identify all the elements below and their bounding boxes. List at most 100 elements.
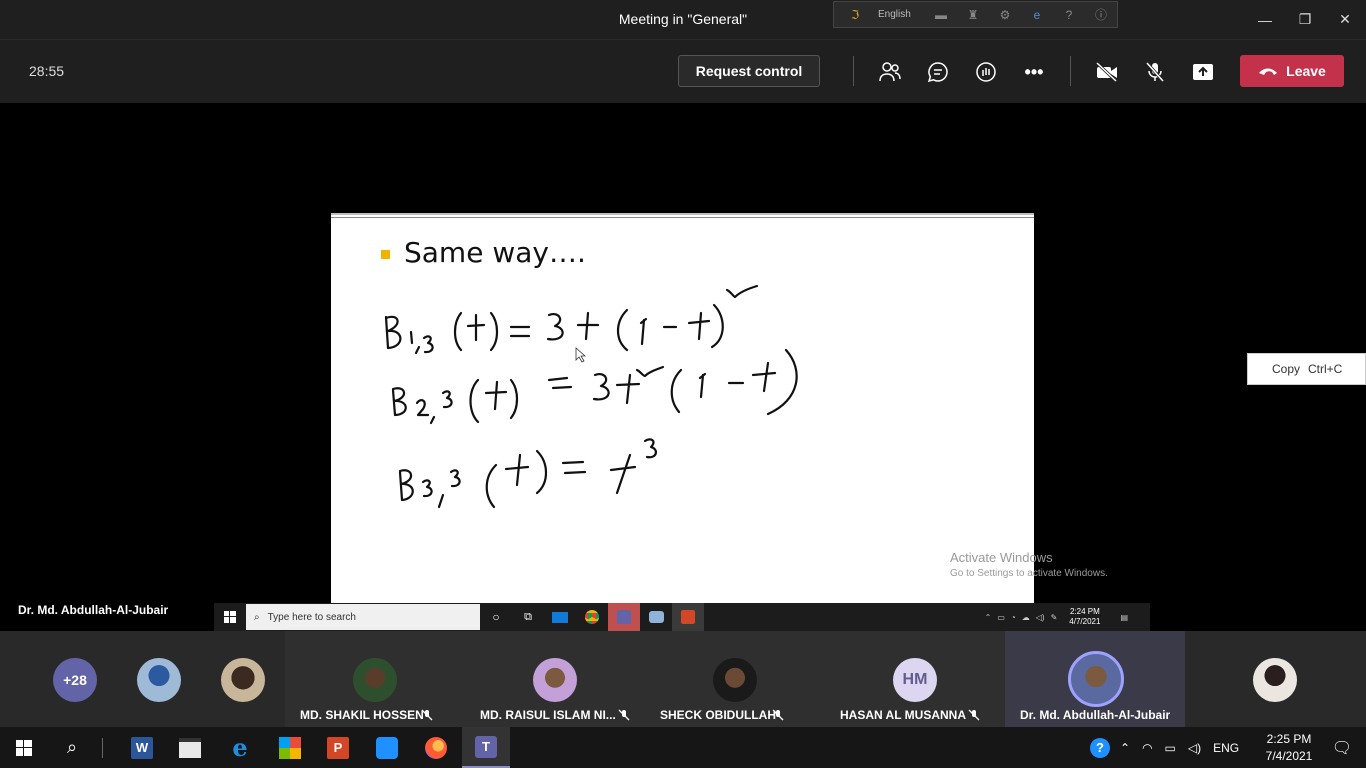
edge-icon[interactable]: e (1028, 8, 1046, 22)
share-screen-icon[interactable] (1187, 56, 1219, 88)
copy-context-menu[interactable]: Copy Ctrl+C (1247, 353, 1366, 385)
wifi-icon[interactable]: ◠ (1142, 741, 1152, 755)
tools-icon[interactable]: ♜ (964, 8, 982, 22)
powerpoint-icon (672, 603, 704, 631)
ink-stroke (398, 469, 414, 502)
minimize-button[interactable]: — (1245, 0, 1285, 39)
request-control-button[interactable]: Request control (678, 55, 820, 87)
ink-stroke (547, 376, 573, 390)
divider (1070, 56, 1071, 86)
avatar[interactable] (137, 658, 181, 702)
language-bar[interactable]: ℑ English ▬ ♜ ⚙ e ? ⓘ (833, 1, 1118, 28)
participants-icon[interactable] (874, 56, 906, 88)
ink-stroke (635, 365, 665, 378)
more-options-icon[interactable]: ••• (1018, 56, 1050, 88)
search-icon[interactable]: ⌕ (48, 727, 96, 768)
avatar (353, 658, 397, 702)
divider (96, 727, 108, 768)
activate-windows-watermark: Activate Windows Go to Settings to activ… (950, 550, 1108, 579)
participant-tile[interactable]: MD. SHAKIL HOSSEN (285, 631, 465, 727)
volume-icon[interactable]: ◁) (1188, 741, 1201, 755)
edge-icon[interactable]: e (216, 727, 264, 768)
participant-tile[interactable]: SHECK OBIDULLAH (645, 631, 825, 727)
leave-button[interactable]: Leave (1240, 55, 1344, 87)
powerpoint-icon[interactable]: P (314, 727, 362, 768)
sync-app-icon[interactable] (363, 727, 411, 768)
participant-tile[interactable]: HM HASAN AL MUSANNA (825, 631, 1005, 727)
ink-stroke (449, 469, 461, 488)
divider (853, 56, 854, 86)
firefox-icon[interactable] (412, 727, 460, 768)
more-participants-button[interactable]: +28 (53, 658, 97, 702)
ink-stroke (639, 317, 648, 346)
ink-stroke (766, 348, 798, 416)
search-icon: ⌕ (254, 611, 260, 623)
pen-icon: ✎ (1050, 612, 1058, 622)
mail-icon (544, 603, 576, 631)
clock-time: 2:25 PM (1266, 732, 1312, 746)
restore-button[interactable]: ❐ (1285, 0, 1325, 39)
cloud-icon: ☁ (1021, 612, 1030, 622)
ink-stroke (422, 335, 434, 354)
office-icon[interactable] (266, 727, 314, 768)
ink-stroke (710, 303, 724, 349)
participant-name: MD. SHAKIL HOSSEN (300, 708, 424, 722)
ink-stroke (421, 479, 445, 509)
mouse-cursor-icon (575, 347, 587, 363)
ink-stroke (489, 311, 499, 352)
avatar[interactable] (221, 658, 265, 702)
help-icon[interactable]: ? (1087, 727, 1113, 768)
shared-system-tray: ⌃ ▭ ◔ ☁ ◁) ✎ 2:24 PM 4/7/2021 ▤ (985, 603, 1128, 631)
input-method-icon[interactable]: ℑ (846, 8, 864, 22)
search-placeholder: Type here to search (267, 611, 356, 623)
ink-stroke (615, 373, 641, 405)
leave-label: Leave (1286, 63, 1326, 79)
settings-icon[interactable]: ⚙ (996, 8, 1014, 22)
participant-gallery: +28 MD. SHAKIL HOSSEN MD. RAISUL ISLAM N… (0, 631, 1366, 727)
initials-avatar: HM (893, 658, 937, 702)
participant-tile[interactable]: MD. RAISUL ISLAM NI... (465, 631, 645, 727)
meeting-toolbar: 28:55 Request control ••• Leave (0, 39, 1366, 103)
word-icon[interactable]: W (118, 727, 166, 768)
ink-stroke (609, 453, 637, 495)
mic-off-icon (968, 708, 980, 726)
meeting-timer: 28:55 (29, 63, 65, 79)
language-label[interactable]: English (878, 9, 918, 20)
battery-icon[interactable]: ▭ (1165, 741, 1176, 755)
presenter-name: Dr. Md. Abdullah-Al-Jubair (18, 603, 169, 617)
shared-search-box: ⌕ Type here to search (246, 604, 480, 630)
copy-label[interactable]: Copy (1272, 362, 1300, 376)
ink-stroke (561, 460, 587, 475)
help-icon[interactable]: ? (1060, 8, 1078, 22)
task-view-icon: ⧉ (524, 610, 532, 623)
keyboard-icon[interactable]: ▬ (932, 8, 950, 22)
system-clock[interactable]: 2:25 PM 7/4/2021 (1259, 731, 1319, 765)
avatar (533, 658, 577, 702)
participant-name: SHECK OBIDULLAH (660, 708, 776, 722)
avatar[interactable] (1253, 658, 1297, 702)
info-icon[interactable]: ⓘ (1092, 6, 1110, 23)
chevron-up-icon[interactable]: ⌃ (1120, 741, 1130, 755)
raise-hand-icon[interactable] (970, 56, 1002, 88)
chat-icon[interactable] (922, 56, 954, 88)
camera-off-icon[interactable] (1091, 56, 1123, 88)
ink-stroke (725, 284, 759, 299)
mic-off-icon (772, 708, 784, 726)
teams-taskbar-icon[interactable]: T (462, 727, 510, 768)
ink-stroke (546, 313, 564, 341)
avatar (1068, 651, 1124, 707)
ink-stroke (509, 378, 519, 420)
language-indicator[interactable]: ENG (1213, 741, 1239, 755)
ink-stroke (698, 372, 707, 399)
ink-stroke (384, 315, 402, 350)
action-center-icon[interactable]: 🗨 (1318, 727, 1366, 768)
system-tray: ⌃ ◠ ▭ ◁) ENG (1120, 727, 1239, 768)
mic-off-icon[interactable] (1139, 56, 1171, 88)
close-button[interactable]: ✕ (1325, 0, 1365, 39)
windows-start-icon[interactable] (0, 727, 48, 768)
shared-clock-time: 2:24 PM (1069, 607, 1100, 616)
participant-tile-active-speaker[interactable]: Dr. Md. Abdullah-Al-Jubair (1005, 631, 1185, 727)
ink-stroke (484, 380, 508, 411)
participant-name: HASAN AL MUSANNA (840, 708, 966, 722)
store-icon[interactable] (166, 727, 214, 768)
